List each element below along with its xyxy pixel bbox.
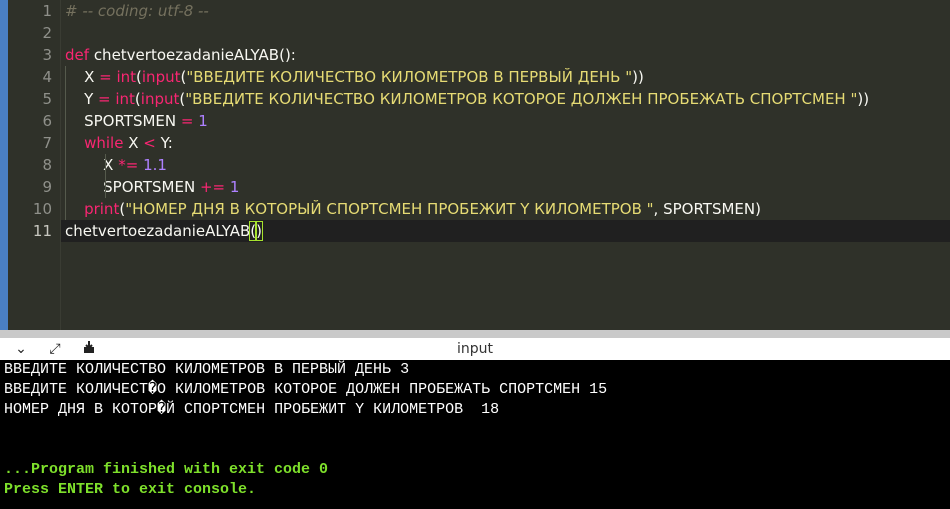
- console-output-line: НОМЕР ДНЯ В КОТОР�Й СПОРТСМЕН ПРОБЕЖИТ Y…: [4, 401, 500, 418]
- code-token: =: [176, 112, 199, 130]
- code-token: =: [93, 90, 116, 108]
- code-token: =: [94, 68, 117, 86]
- code-token: Y:: [155, 134, 173, 152]
- code-token: "НОМЕР ДНЯ В КОТОРЫЙ СПОРТСМЕН ПРОБЕЖИТ …: [125, 200, 654, 218]
- code-token: )): [857, 90, 870, 108]
- code-token: X: [123, 134, 144, 152]
- code-token: input: [140, 90, 180, 108]
- code-text: SPORTSMEN = 1: [65, 110, 208, 132]
- code-token: # -- coding: utf-8 --: [65, 2, 209, 20]
- code-token: def: [65, 46, 90, 64]
- code-token: chetvertoezadanieALYAB: [65, 222, 251, 240]
- code-text: X = int(input("ВВЕДИТЕ КОЛИЧЕСТВО КИЛОМЕ…: [65, 66, 644, 88]
- code-token: int: [116, 68, 137, 86]
- code-text: SPORTSMEN += 1: [65, 176, 239, 198]
- code-token: input: [141, 68, 181, 86]
- code-token: chetvertoezadanieALYAB: [93, 46, 280, 64]
- code-token: int: [115, 90, 135, 108]
- code-line[interactable]: # -- coding: utf-8 --: [61, 0, 950, 22]
- code-token: 1: [198, 112, 208, 130]
- console-resize-bar[interactable]: [0, 330, 950, 338]
- code-token: while: [84, 134, 124, 152]
- code-token: <: [143, 134, 156, 152]
- line-number: 10: [32, 200, 52, 218]
- line-number: 5: [42, 90, 52, 108]
- code-text: X *= 1.1: [65, 154, 167, 176]
- line-number: 9: [42, 178, 52, 196]
- code-token: X: [65, 156, 119, 174]
- console-output-line: ВВЕДИТЕ КОЛИЧЕСТВО КИЛОМЕТРОВ В ПЕРВЫЙ Д…: [4, 361, 410, 378]
- code-token: ): [255, 221, 263, 241]
- left-edge-strip: [0, 0, 8, 330]
- code-line[interactable]: [61, 22, 950, 44]
- code-token: *=: [118, 156, 139, 174]
- line-number: 7: [42, 134, 52, 152]
- code-line[interactable]: print("НОМЕР ДНЯ В КОТОРЫЙ СПОРТСМЕН ПРО…: [61, 198, 950, 220]
- code-line[interactable]: SPORTSMEN = 1: [61, 110, 950, 132]
- code-text: print("НОМЕР ДНЯ В КОТОРЫЙ СПОРТСМЕН ПРО…: [65, 198, 761, 220]
- code-token: "ВВЕДИТЕ КОЛИЧЕСТВО КИЛОМЕТРОВ КОТОРОЕ Д…: [185, 90, 858, 108]
- indent-guide: [65, 66, 66, 220]
- code-token: print: [84, 200, 120, 218]
- code-line[interactable]: Y = int(input("ВВЕДИТЕ КОЛИЧЕСТВО КИЛОМЕ…: [61, 88, 950, 110]
- code-editor[interactable]: 1 2 3 4 5 6 7 8 9 10 11 # -- coding: utf-8 -- def c…: [8, 0, 950, 330]
- code-token: , SPORTSMEN): [653, 200, 761, 218]
- console-title: input: [456, 341, 493, 357]
- console-status-line: ...Program finished with exit code 0: [4, 461, 329, 478]
- code-text: chetvertoezadanieALYAB(): [65, 220, 263, 242]
- code-token: 1.1: [143, 156, 167, 174]
- code-area[interactable]: # -- coding: utf-8 -- def chetvertoezadan…: [61, 0, 950, 330]
- code-text: Y = int(input("ВВЕДИТЕ КОЛИЧЕСТВО КИЛОМЕ…: [65, 88, 869, 110]
- line-number: 2: [42, 24, 52, 42]
- code-text: # -- coding: utf-8 --: [65, 0, 209, 22]
- line-number: 4: [42, 68, 52, 86]
- line-number-gutter: 1 2 3 4 5 6 7 8 9 10 11: [8, 0, 61, 330]
- line-number: 3: [42, 46, 52, 64]
- line-number: 8: [42, 156, 52, 174]
- code-text: def chetvertoezadanieALYAB():: [65, 44, 296, 66]
- console-header: ⌄ ⤢ input: [0, 338, 950, 361]
- line-number: 1: [42, 2, 52, 20]
- console-output[interactable]: ВВЕДИТЕ КОЛИЧЕСТВО КИЛОМЕТРОВ В ПЕРВЫЙ Д…: [0, 360, 950, 509]
- code-token: +=: [199, 178, 226, 196]
- console-output-line: ВВЕДИТЕ КОЛИЧЕСТ�О КИЛОМЕТРОВ КОТОРОЕ ДО…: [4, 381, 608, 398]
- code-token: SPORTSMEN: [65, 112, 177, 130]
- indent-guide: [105, 154, 106, 198]
- code-token: Y: [65, 90, 94, 108]
- code-line[interactable]: SPORTSMEN += 1: [61, 176, 950, 198]
- code-line[interactable]: chetvertoezadanieALYAB(): [61, 220, 950, 242]
- code-line[interactable]: def chetvertoezadanieALYAB():: [61, 44, 950, 66]
- code-token: X: [65, 68, 95, 86]
- code-line[interactable]: X *= 1.1: [61, 154, 950, 176]
- code-line[interactable]: while X < Y:: [61, 132, 950, 154]
- code-token: "ВВЕДИТЕ КОЛИЧЕСТВО КИЛОМЕТРОВ В ПЕРВЫЙ …: [186, 68, 633, 86]
- code-token: 1: [229, 178, 240, 196]
- code-token: SPORTSMEN: [65, 178, 200, 196]
- code-token: )): [632, 68, 644, 86]
- console-status-line: Press ENTER to exit console.: [4, 481, 257, 498]
- line-number: 6: [42, 112, 52, 130]
- code-line[interactable]: X = int(input("ВВЕДИТЕ КОЛИЧЕСТВО КИЛОМЕ…: [61, 66, 950, 88]
- code-token: ():: [279, 46, 296, 64]
- line-number: 11: [32, 222, 52, 240]
- code-text: while X < Y:: [65, 132, 173, 154]
